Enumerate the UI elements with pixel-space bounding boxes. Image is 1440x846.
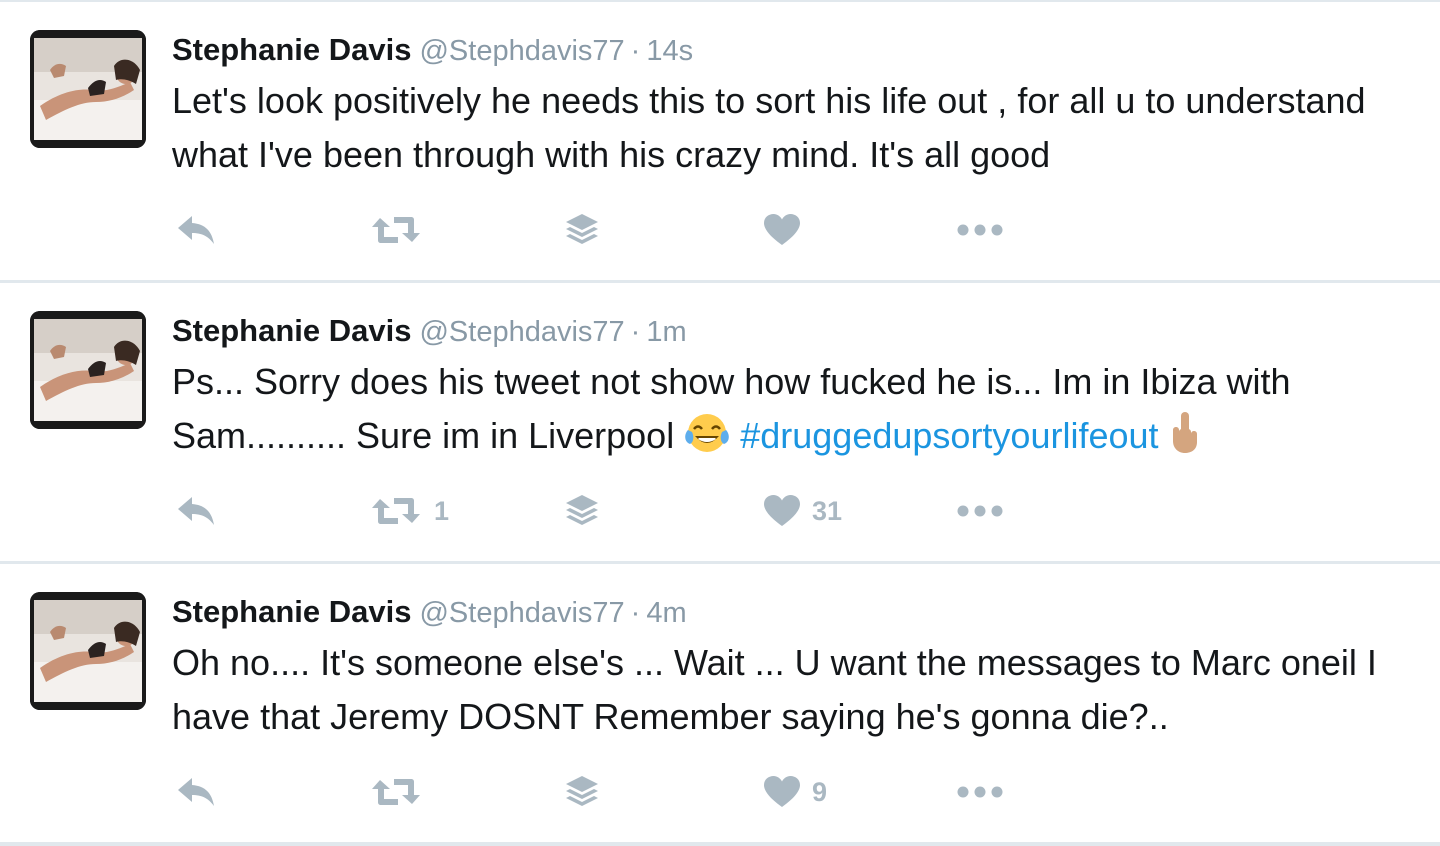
reply-icon (176, 776, 216, 808)
timestamp[interactable]: 14s (646, 35, 693, 67)
layers-icon (564, 212, 600, 248)
more-dots-icon (956, 504, 1004, 518)
avatar[interactable] (30, 311, 146, 429)
tweet-actions: 9 (172, 768, 1072, 816)
layers-button[interactable] (564, 487, 600, 535)
tweet-actions: 1 31 (172, 487, 1072, 535)
like-button[interactable] (764, 206, 812, 254)
avatar[interactable] (30, 592, 146, 710)
author-name[interactable]: Stephanie Davis (172, 313, 411, 348)
like-button[interactable]: 31 (764, 487, 842, 535)
more-dots-icon (956, 785, 1004, 799)
tweet-feed: Stephanie Davis @Stephdavis77 · 14s Let's l… (0, 0, 1440, 846)
more-dots-icon (956, 223, 1004, 237)
author-handle[interactable]: @Stephdavis77 (419, 316, 624, 348)
retweet-icon (370, 214, 422, 246)
retweet-button[interactable] (370, 768, 434, 816)
retweet-button[interactable]: 1 (370, 487, 449, 535)
tweet-actions (172, 206, 1072, 254)
heart-icon (764, 495, 800, 527)
layers-icon (564, 774, 600, 810)
more-button[interactable] (956, 206, 1004, 254)
hashtag-link[interactable]: #druggedupsortyourlifeout (740, 415, 1158, 456)
author-handle[interactable]: @Stephdavis77 (419, 597, 624, 629)
timestamp[interactable]: 1m (646, 316, 686, 348)
timestamp[interactable]: 4m (646, 597, 686, 629)
reply-icon (176, 495, 216, 527)
meta-separator: · (630, 35, 641, 67)
heart-icon (764, 214, 800, 246)
tweet[interactable]: Stephanie Davis @Stephdavis77 · 14s Let's l… (0, 2, 1440, 280)
reply-button[interactable] (176, 768, 216, 816)
more-button[interactable] (956, 768, 1004, 816)
tweet-text: Oh no.... It's someone else's ... Wait .… (172, 642, 1377, 737)
author-name[interactable]: Stephanie Davis (172, 32, 411, 67)
middle-finger-icon (1169, 410, 1201, 469)
tweet-header: Stephanie Davis @Stephdavis77 · 4m (172, 592, 687, 632)
meta-separator: · (630, 316, 641, 348)
author-name[interactable]: Stephanie Davis (172, 594, 411, 629)
meta-separator: · (630, 597, 641, 629)
tweet-header: Stephanie Davis @Stephdavis77 · 14s (172, 30, 693, 70)
retweet-button[interactable] (370, 206, 434, 254)
tweet-text: Let's look positively he needs this to s… (172, 80, 1366, 175)
like-button[interactable]: 9 (764, 768, 827, 816)
reply-button[interactable] (176, 487, 216, 535)
retweet-icon (370, 495, 422, 527)
layers-button[interactable] (564, 206, 600, 254)
reply-button[interactable] (176, 206, 216, 254)
tweet[interactable]: Stephanie Davis @Stephdavis77 · 1m Ps... So… (0, 283, 1440, 561)
more-button[interactable] (956, 487, 1004, 535)
layers-button[interactable] (564, 768, 600, 816)
tweet[interactable]: Stephanie Davis @Stephdavis77 · 4m Oh no...… (0, 564, 1440, 842)
layers-icon (564, 493, 600, 529)
tweet-text-container: Ps... Sorry does his tweet not show how … (172, 355, 1422, 469)
like-count: 31 (812, 495, 843, 526)
tweet-header: Stephanie Davis @Stephdavis77 · 1m (172, 311, 687, 351)
author-handle[interactable]: @Stephdavis77 (419, 35, 624, 67)
reply-icon (176, 214, 216, 246)
retweet-count: 1 (434, 495, 450, 526)
heart-icon (764, 776, 800, 808)
face-with-tears-of-joy-icon (684, 412, 730, 469)
avatar[interactable] (30, 30, 146, 148)
retweet-icon (370, 776, 422, 808)
like-count: 9 (812, 776, 828, 807)
